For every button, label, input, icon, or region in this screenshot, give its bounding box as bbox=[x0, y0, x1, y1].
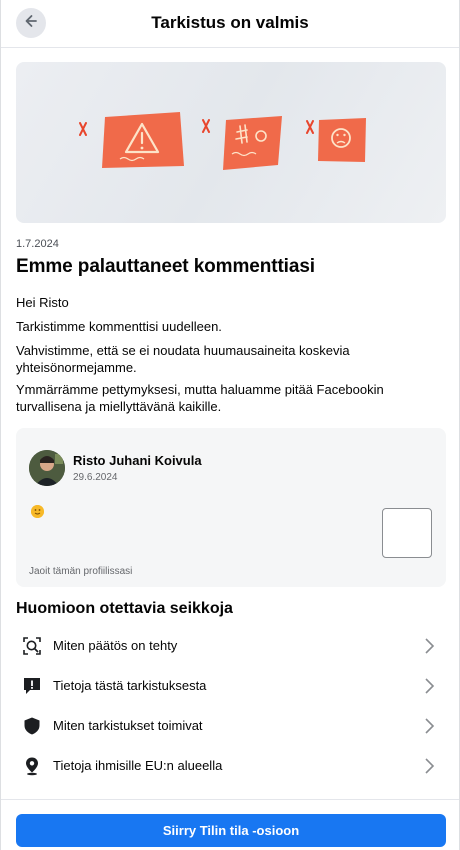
chevron-right-icon bbox=[420, 757, 438, 775]
list-item-about-review[interactable]: Tietoja tästä tarkistuksesta bbox=[16, 666, 446, 706]
chevron-right-icon bbox=[420, 677, 438, 695]
avatar bbox=[29, 450, 65, 486]
explanation-text: Ymmärrämme pettymyksesi, mutta haluamme … bbox=[16, 382, 384, 414]
list-item-decision[interactable]: Miten päätös on tehty bbox=[16, 626, 446, 666]
smiley-emoji-icon bbox=[31, 505, 44, 518]
list-item-label: Miten päätös on tehty bbox=[53, 638, 178, 653]
list-item-label: Tietoja tästä tarkistuksesta bbox=[53, 678, 207, 693]
list-item-label: Tietoja ihmisille EU:n alueella bbox=[53, 758, 223, 773]
list-item-eu-info[interactable]: Tietoja ihmisille EU:n alueella bbox=[16, 746, 446, 786]
chevron-right-icon bbox=[420, 637, 438, 655]
post-author: Risto Juhani Koivula bbox=[73, 453, 202, 468]
top-bar: Tarkistus on valmis bbox=[1, 0, 459, 48]
greeting-text: Hei Risto bbox=[16, 295, 69, 310]
post-preview-card: Risto Juhani Koivula 29.6.2024 Jaoit täm… bbox=[16, 428, 446, 587]
review-screen: Tarkistus on valmis 1.7.2024 Emme palaut… bbox=[0, 0, 460, 850]
shield-icon bbox=[22, 716, 42, 736]
post-thumbnail bbox=[382, 508, 432, 558]
location-pin-icon bbox=[22, 756, 42, 776]
review-text: Tarkistimme kommenttisi uudelleen. bbox=[16, 319, 222, 334]
list-item-label: Miten tarkistukset toimivat bbox=[53, 718, 203, 733]
notice-date: 1.7.2024 bbox=[16, 238, 59, 250]
section-title: Huomioon otettavia seikkoja bbox=[16, 600, 233, 617]
list-item-how-reviews-work[interactable]: Miten tarkistukset toimivat bbox=[16, 706, 446, 746]
warning-icon bbox=[102, 112, 184, 168]
chevron-right-icon bbox=[420, 717, 438, 735]
hero-illustration bbox=[16, 62, 446, 223]
magnifier-person-icon bbox=[22, 636, 42, 656]
notice-title: Emme palauttaneet kommenttiasi bbox=[16, 256, 315, 277]
page-title: Tarkistus on valmis bbox=[151, 13, 309, 32]
violation-text: Vahvistimme, että se ei noudata huumausa… bbox=[16, 343, 350, 375]
shared-info: Jaoit tämän profiilissasi bbox=[29, 566, 133, 577]
account-status-button[interactable]: Siirry Tilin tila -osioon bbox=[16, 814, 446, 847]
post-date: 29.6.2024 bbox=[73, 472, 118, 483]
sad-face-icon bbox=[318, 118, 366, 162]
scribble-icon bbox=[223, 116, 282, 170]
alert-message-icon bbox=[22, 676, 42, 696]
